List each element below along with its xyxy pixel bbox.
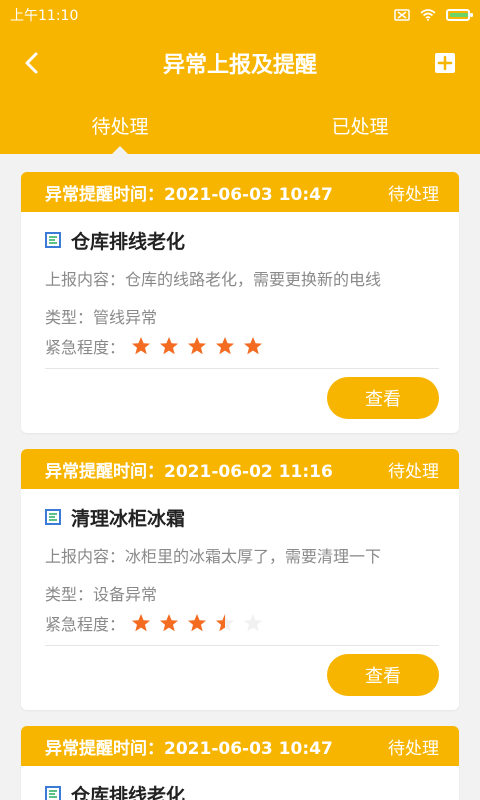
sim-off-icon [394,9,410,21]
report-content: 上报内容：冰柜里的冰霜太厚了，需要清理一下 [45,543,439,567]
card-header: 异常提醒时间：2021-06-02 11:16 待处理 [21,449,459,489]
type-label: 类型： [45,585,94,604]
reminder-label: 异常提醒时间： [45,184,164,205]
report-label: 上报内容： [45,547,126,566]
status-time: 上午11:10 [10,8,79,24]
status-badge: 待处理 [388,738,439,759]
urgency-line: 紧急程度： [45,334,439,358]
type-value: 设备异常 [93,585,158,604]
tab-processed-label: 已处理 [331,115,389,138]
card-time: 异常提醒时间：2021-06-03 10:47 [45,180,333,205]
tab-pending[interactable]: 待处理 [0,96,240,154]
card-title-row: 仓库排线老化 [45,224,439,256]
document-icon [45,509,61,525]
reminder-time: 2021-06-03 10:47 [164,738,333,759]
type-value: 管线异常 [93,308,158,327]
report-text: 冰柜里的冰霜太厚了，需要清理一下 [125,547,382,566]
battery-charging-icon [446,9,473,21]
reminder-label: 异常提醒时间： [45,461,164,482]
document-icon [45,232,61,248]
card-header: 异常提醒时间：2021-06-03 10:47 待处理 [21,172,459,212]
urgency-stars [131,336,263,356]
report-text: 仓库的线路老化，需要更换新的电线 [125,270,382,289]
type-line: 类型：设备异常 [45,581,439,605]
urgency-label: 紧急程度： [45,338,126,357]
reminder-time: 2021-06-03 10:47 [164,184,333,205]
abnormal-card: 异常提醒时间：2021-06-02 11:16 待处理 清理冰柜冰霜 上报内容：… [21,449,459,710]
star-icon [160,337,179,355]
card-actions: 查看 [45,377,439,425]
card-time: 异常提醒时间：2021-06-03 10:47 [45,734,333,759]
view-button[interactable]: 查看 [327,377,439,419]
star-icon [216,614,235,632]
star-icon [132,337,151,355]
card-title: 仓库排线老化 [71,784,186,800]
tab-pending-label: 待处理 [91,115,149,138]
star-icon [244,614,263,632]
report-content: 上报内容：仓库的线路老化，需要更换新的电线 [45,266,439,290]
document-icon [45,786,61,800]
card-title: 仓库排线老化 [71,230,186,253]
divider [45,645,439,646]
tab-processed[interactable]: 已处理 [240,96,480,154]
card-body: 清理冰柜冰霜 上报内容：冰柜里的冰霜太厚了，需要清理一下 类型：设备异常 紧急程… [21,489,459,710]
star-icon [244,337,263,355]
star-icon [160,614,179,632]
star-icon [216,337,235,355]
card-time: 异常提醒时间：2021-06-02 11:16 [45,457,333,482]
view-button[interactable]: 查看 [327,654,439,696]
star-icon [188,337,207,355]
wifi-icon [420,9,436,21]
card-title-row: 清理冰柜冰霜 [45,501,439,533]
status-badge: 待处理 [388,184,439,205]
card-header: 异常提醒时间：2021-06-03 10:47 待处理 [21,726,459,766]
tab-bar: 待处理 已处理 [0,96,480,154]
card-title: 清理冰柜冰霜 [71,507,186,530]
status-icons [394,9,473,21]
abnormal-card: 异常提醒时间：2021-06-03 10:47 待处理 仓库排线老化 [21,726,459,800]
urgency-label: 紧急程度： [45,615,126,634]
report-label: 上报内容： [45,270,126,289]
card-body: 仓库排线老化 [21,766,459,800]
type-label: 类型： [45,308,94,327]
status-bar: 上午11:10 [0,0,480,30]
type-line: 类型：管线异常 [45,304,439,328]
status-badge: 待处理 [388,461,439,482]
reminder-time: 2021-06-02 11:16 [164,461,333,482]
back-icon[interactable] [18,48,48,78]
star-icon [188,614,207,632]
app-header: 异常上报及提醒 [0,30,480,96]
add-icon[interactable] [434,52,456,74]
urgency-stars [131,613,263,633]
card-title-row: 仓库排线老化 [45,778,439,800]
card-actions: 查看 [45,654,439,702]
divider [45,368,439,369]
card-body: 仓库排线老化 上报内容：仓库的线路老化，需要更换新的电线 类型：管线异常 紧急程… [21,212,459,433]
urgency-line: 紧急程度： [45,611,439,635]
star-icon [132,614,151,632]
reminder-label: 异常提醒时间： [45,738,164,759]
card-list: 异常提醒时间：2021-06-03 10:47 待处理 仓库排线老化 上报内容：… [0,154,480,800]
page-title: 异常上报及提醒 [162,53,317,78]
abnormal-card: 异常提醒时间：2021-06-03 10:47 待处理 仓库排线老化 上报内容：… [21,172,459,433]
